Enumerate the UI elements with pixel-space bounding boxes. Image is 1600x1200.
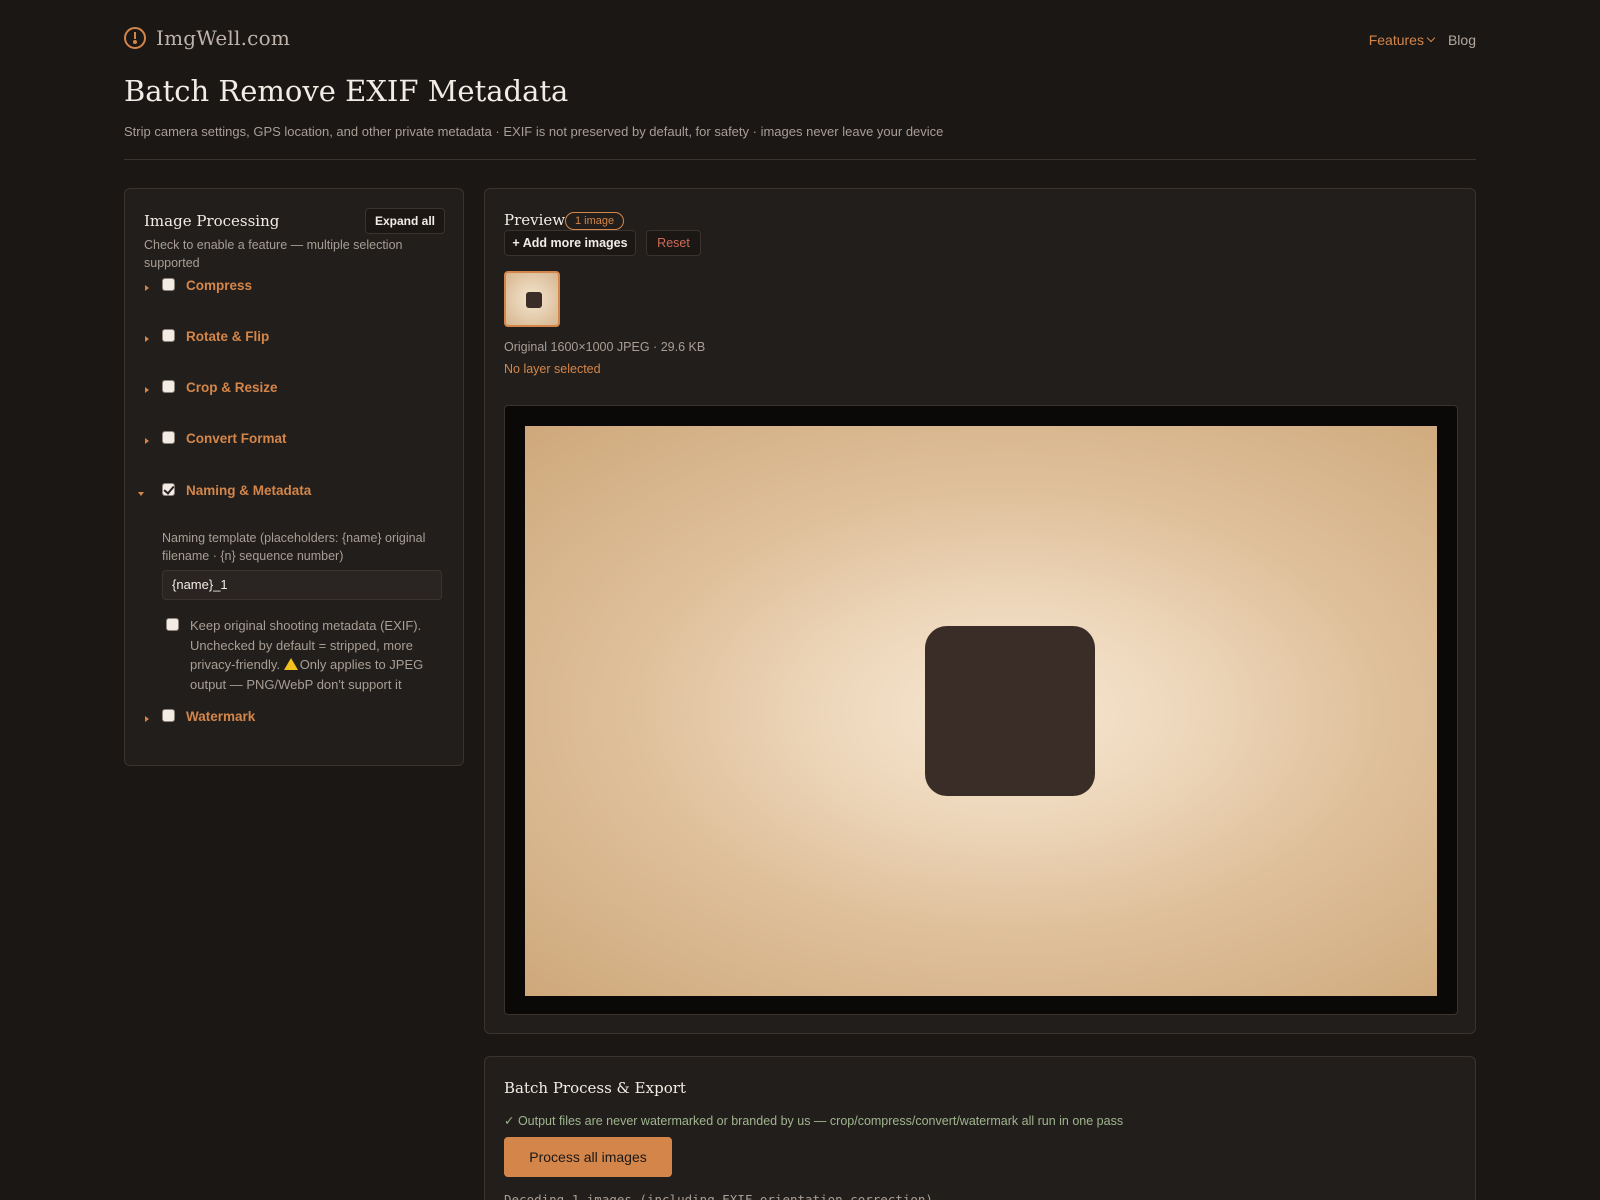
keep-exif-checkbox[interactable] <box>166 618 179 631</box>
nav-blog[interactable]: Blog <box>1448 32 1476 48</box>
feature-label[interactable]: Watermark <box>186 709 255 724</box>
image-processing-panel: Image Processing Expand all Check to ena… <box>124 188 464 766</box>
preview-panel: Preview 1 image + Add more images Reset … <box>484 188 1476 1034</box>
keep-exif-label[interactable]: Keep original shooting metadata (EXIF). … <box>190 616 445 694</box>
export-panel: Batch Process & Export ✓ Output files ar… <box>484 1056 1476 1200</box>
logo[interactable]: ImgWell.com <box>124 26 290 50</box>
top-bar: ImgWell.com Features Blog <box>124 26 1476 56</box>
logo-text: ImgWell.com <box>156 26 290 50</box>
panel-title: Image Processing <box>144 212 280 230</box>
naming-template-input[interactable]: {name}_1 <box>162 570 442 600</box>
nav-features-label: Features <box>1368 32 1424 48</box>
reset-button[interactable]: Reset <box>646 230 701 256</box>
watermark-checkbox[interactable] <box>162 709 175 722</box>
expand-all-button[interactable]: Expand all <box>365 208 445 234</box>
top-nav: Features Blog <box>1369 32 1476 48</box>
image-content-square <box>925 626 1095 796</box>
compress-checkbox[interactable] <box>162 278 175 291</box>
export-title: Batch Process & Export <box>504 1079 686 1097</box>
caret-right-icon[interactable] <box>145 285 149 291</box>
feature-label[interactable]: Rotate & Flip <box>186 329 269 344</box>
warning-icon <box>283 658 298 670</box>
rotate-flip-checkbox[interactable] <box>162 329 175 342</box>
feature-crop-resize[interactable]: Crop & Resize <box>125 379 465 403</box>
feature-watermark[interactable]: Watermark <box>125 708 465 732</box>
feature-convert-format[interactable]: Convert Format <box>125 430 465 454</box>
feature-compress[interactable]: Compress <box>125 277 465 301</box>
page-subtitle: Strip camera settings, GPS location, and… <box>124 124 944 139</box>
convert-format-checkbox[interactable] <box>162 431 175 444</box>
preview-image[interactable] <box>525 426 1437 996</box>
feature-naming-metadata[interactable]: Naming & Metadata <box>125 482 465 506</box>
thumbnail-content <box>526 292 542 308</box>
naming-metadata-checkbox[interactable] <box>162 483 175 496</box>
layer-status: No layer selected <box>504 362 601 376</box>
caret-right-icon[interactable] <box>145 438 149 444</box>
image-meta: Original 1600×1000 JPEG · 29.6 KB <box>504 340 706 354</box>
image-count-badge: 1 image <box>565 212 625 230</box>
panel-hint: Check to enable a feature — multiple sel… <box>144 238 403 270</box>
image-thumbnail[interactable] <box>504 271 560 327</box>
feature-label[interactable]: Convert Format <box>186 431 287 446</box>
caret-down-icon[interactable] <box>138 492 144 496</box>
page-title: Batch Remove EXIF Metadata <box>124 74 569 108</box>
chevron-down-icon <box>1426 33 1436 43</box>
header-divider <box>124 159 1476 160</box>
caret-right-icon[interactable] <box>145 387 149 393</box>
crop-resize-checkbox[interactable] <box>162 380 175 393</box>
feature-label[interactable]: Naming & Metadata <box>186 483 311 498</box>
feature-label[interactable]: Compress <box>186 278 252 293</box>
caret-right-icon[interactable] <box>145 716 149 722</box>
preview-canvas[interactable] <box>504 405 1458 1015</box>
feature-label[interactable]: Crop & Resize <box>186 380 278 395</box>
add-more-images-button[interactable]: + Add more images <box>504 230 636 256</box>
caret-right-icon[interactable] <box>145 336 149 342</box>
export-note: ✓ Output files are never watermarked or … <box>504 1114 1124 1128</box>
aperture-icon <box>124 27 146 49</box>
export-log: Decoding 1 images (including EXIF orient… <box>504 1192 956 1200</box>
nav-features[interactable]: Features <box>1368 32 1436 48</box>
process-all-button[interactable]: Process all images <box>504 1137 672 1177</box>
preview-title: Preview <box>504 211 566 229</box>
feature-rotate-flip[interactable]: Rotate & Flip <box>125 328 465 352</box>
naming-template-label: Naming template (placeholders: {name} or… <box>162 531 426 563</box>
